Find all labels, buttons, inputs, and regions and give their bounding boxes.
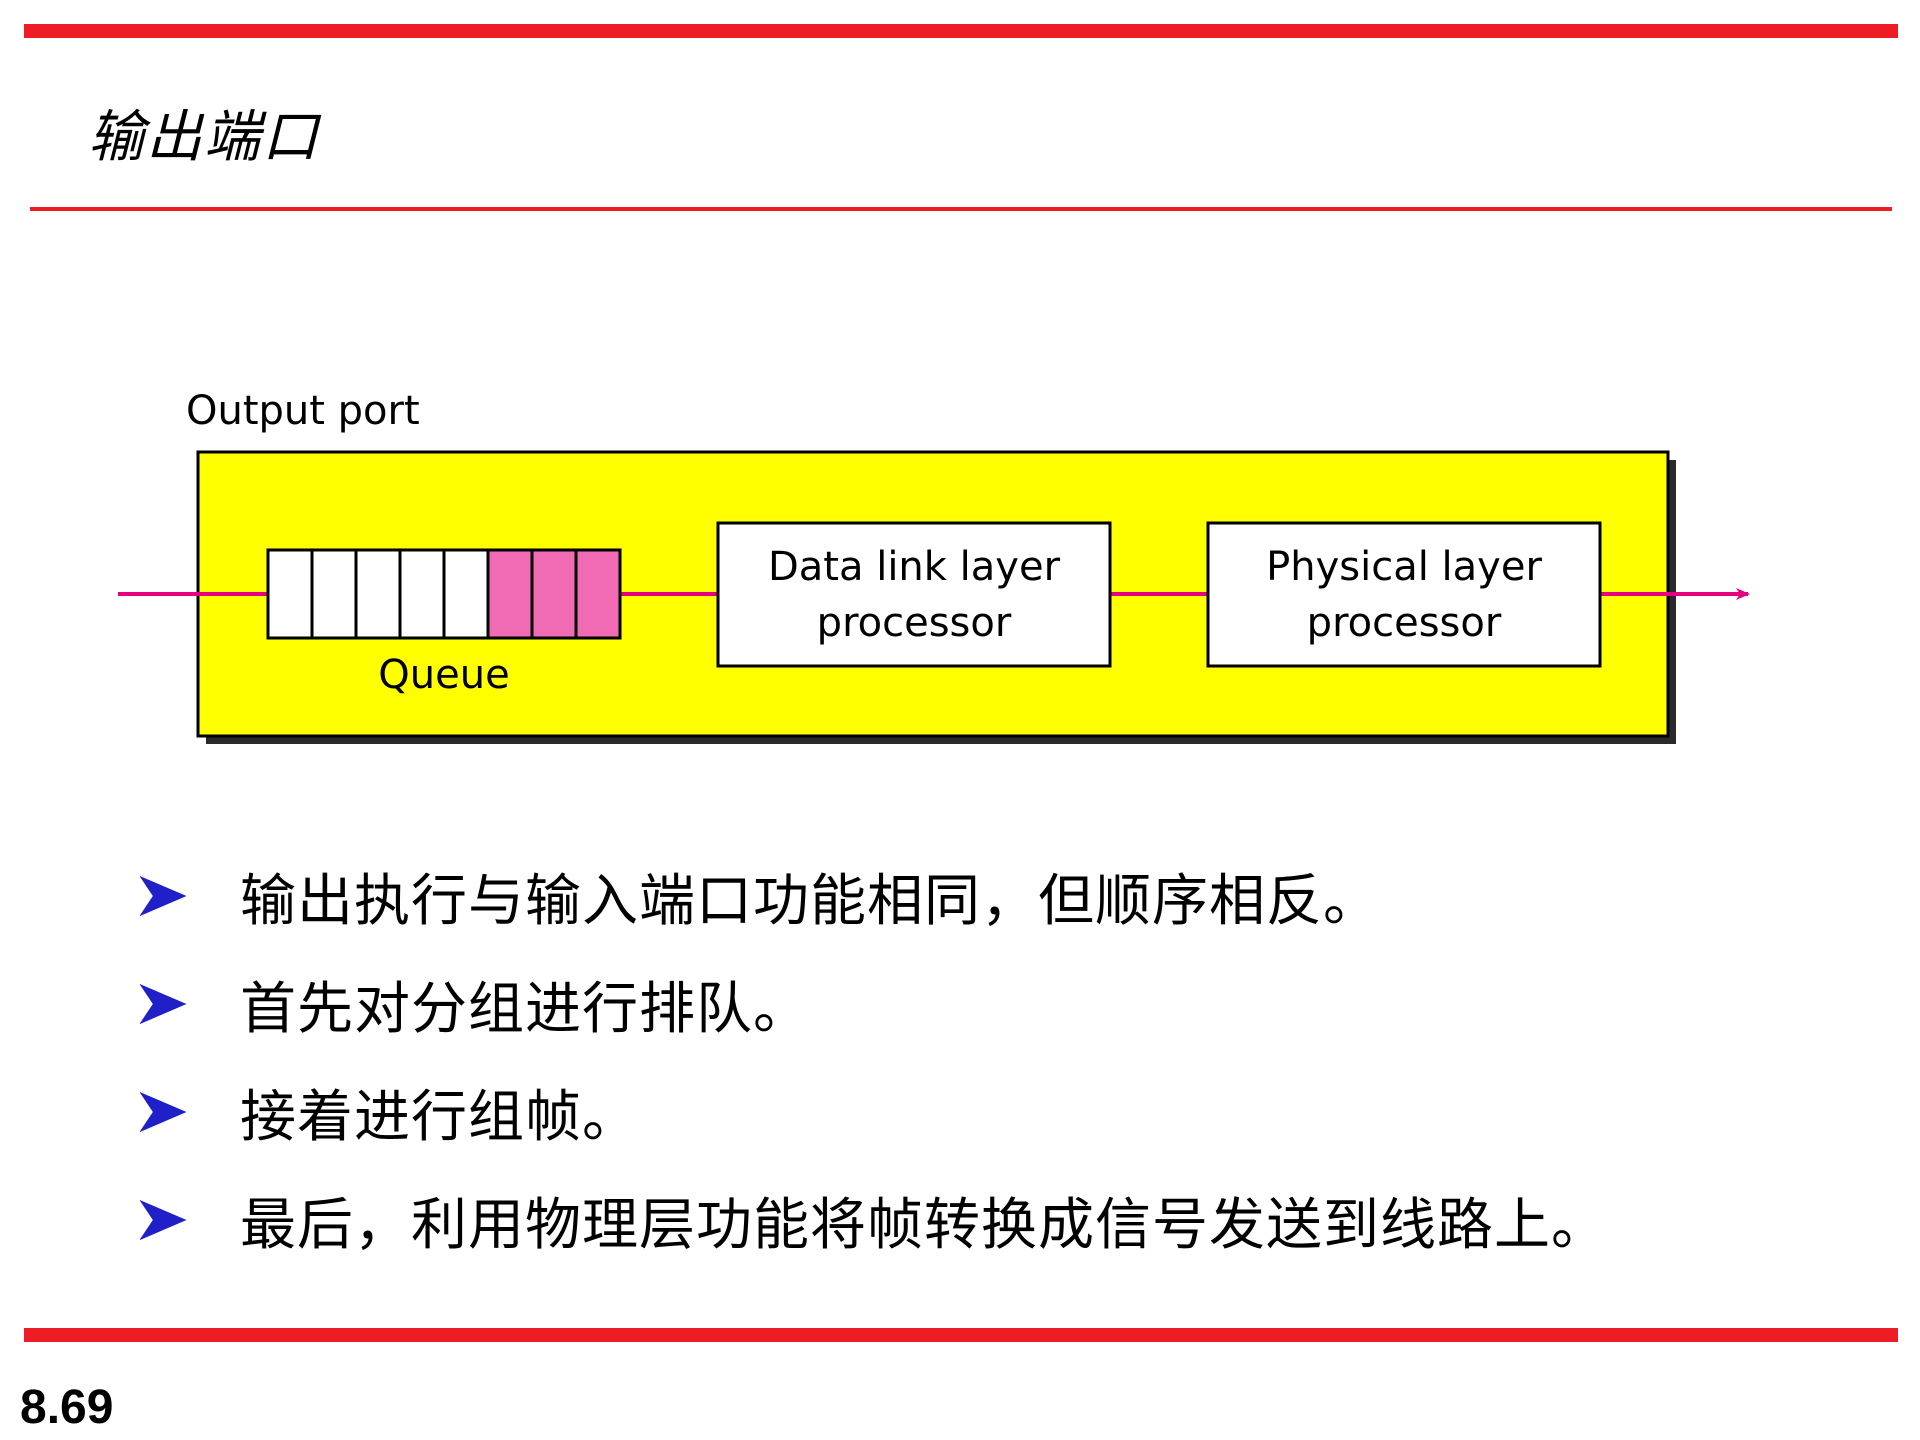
bullet-text: 最后，利用物理层功能将帧转换成信号发送到线路上。 (240, 1192, 1608, 1258)
queue-slot-filled (530, 548, 578, 640)
bottom-red-rule (24, 1328, 1898, 1342)
bullet-text: 输出执行与输入端口功能相同，但顺序相反。 (240, 868, 1380, 934)
bullet-list: 输出执行与输入端口功能相同，但顺序相反。 首先对分组进行排队。 接着进行组帧。 … (140, 842, 1608, 1274)
queue-slot-empty (354, 548, 402, 640)
bullet-item: 首先对分组进行排队。 (140, 950, 1608, 1058)
queue-slot-empty (310, 548, 358, 640)
data-link-processor-line1: Data link layer (768, 544, 1061, 590)
queue-slot-filled (574, 548, 622, 640)
output-port-label: Output port (186, 388, 420, 434)
physical-processor-line1: Physical layer (1266, 544, 1542, 590)
physical-processor-line2: processor (1307, 600, 1502, 646)
queue-slot-filled (486, 548, 534, 640)
arrow-bullet-icon (140, 876, 187, 916)
queue-label: Queue (378, 652, 509, 698)
bullet-text: 接着进行组帧。 (240, 1084, 639, 1150)
bullet-item: 接着进行组帧。 (140, 1058, 1608, 1166)
queue-slot-empty (442, 548, 490, 640)
queue-slot-empty (266, 548, 314, 640)
bullet-item: 最后，利用物理层功能将帧转换成信号发送到线路上。 (140, 1166, 1608, 1274)
queue-slot-empty (398, 548, 446, 640)
arrow-bullet-icon (140, 1200, 187, 1240)
bullet-text: 首先对分组进行排队。 (240, 976, 810, 1042)
bullet-item: 输出执行与输入端口功能相同，但顺序相反。 (140, 842, 1608, 950)
arrow-bullet-icon (140, 984, 187, 1024)
page-number: 8.69 (20, 1381, 114, 1434)
data-link-processor-line2: processor (817, 600, 1012, 646)
queue (266, 548, 622, 640)
arrow-bullet-icon (140, 1092, 187, 1132)
